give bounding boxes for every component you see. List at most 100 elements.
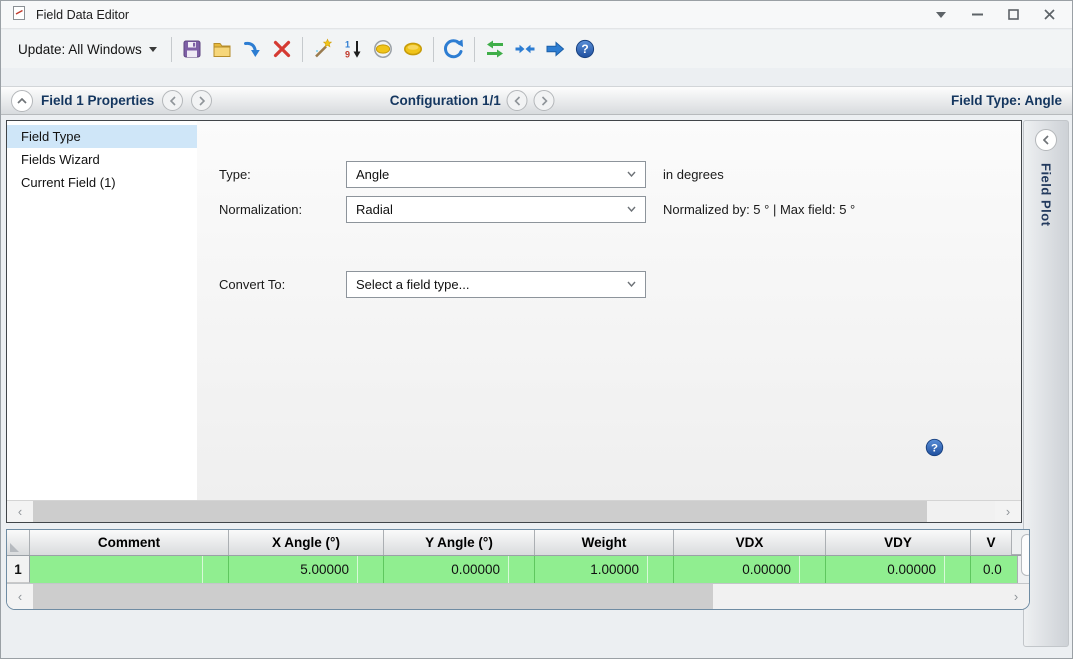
insert-icon[interactable] [237, 35, 267, 63]
type-select-value: Angle [356, 167, 389, 182]
cell-weight[interactable]: 1.00000 [535, 556, 674, 583]
save-icon[interactable] [177, 35, 207, 63]
toolbar-separator [474, 37, 475, 62]
title-bar: Field Data Editor [1, 1, 1072, 29]
cell-vdy[interactable]: 0.00000 [826, 556, 971, 583]
field-data-editor-window: Field Data Editor Update: All Windows [0, 0, 1073, 659]
window-controls [928, 4, 1062, 26]
field-next-icon[interactable] [191, 90, 212, 111]
undo-icon[interactable] [439, 35, 469, 63]
row-number-cell[interactable]: 1 [7, 556, 30, 583]
delete-icon[interactable] [267, 35, 297, 63]
cell-comment[interactable] [30, 556, 229, 583]
convert-to-select-value: Select a field type... [356, 277, 469, 292]
sort-fields-icon[interactable]: 19 [338, 35, 368, 63]
sidebar-item-field-type[interactable]: Field Type [7, 125, 197, 148]
update-button-label: Update: All Windows [18, 42, 142, 57]
column-header-vdx[interactable]: VDX [674, 530, 826, 555]
convert-row: Convert To: Select a field type... [219, 270, 646, 298]
grid-v-scrollbar[interactable] [1017, 556, 1030, 583]
column-header-x-angle[interactable]: X Angle (°) [229, 530, 384, 555]
window-title: Field Data Editor [36, 8, 129, 22]
app-icon [11, 5, 27, 24]
panel-h-scrollbar-thumb[interactable] [33, 501, 927, 522]
svg-text:?: ? [931, 443, 938, 455]
scroll-right-icon[interactable]: › [995, 501, 1021, 522]
properties-body: Field Type Fields Wizard Current Field (… [7, 121, 1021, 500]
chevron-down-icon [627, 206, 636, 212]
properties-left-group: Field 1 Properties [11, 90, 212, 112]
toolbar-separator [171, 37, 172, 62]
minimize-icon[interactable] [964, 4, 990, 26]
window-menu-caret-icon[interactable] [928, 4, 954, 26]
configuration-label: Configuration 1/1 [390, 93, 501, 108]
update-all-windows-button[interactable]: Update: All Windows [9, 38, 166, 61]
svg-text:9: 9 [345, 50, 350, 60]
collapse-properties-icon[interactable] [11, 90, 33, 112]
field-type-status: Field Type: Angle [951, 93, 1062, 108]
field-type-page: Type: Angle in degrees Normalization: Ra… [197, 121, 1021, 500]
maximize-icon[interactable] [1000, 4, 1026, 26]
panel-h-scrollbar[interactable]: ‹ › [7, 500, 1021, 522]
normalization-row: Normalization: Radial Normalized by: 5 °… [219, 195, 855, 223]
properties-bar: Field 1 Properties Configuration 1/1 Fie… [1, 86, 1072, 115]
column-header-weight[interactable]: Weight [535, 530, 674, 555]
expand-field-plot-icon[interactable] [1035, 129, 1057, 151]
column-header-y-angle[interactable]: Y Angle (°) [384, 530, 535, 555]
type-units-text: in degrees [663, 167, 724, 182]
normalization-info-text: Normalized by: 5 ° | Max field: 5 ° [663, 202, 855, 217]
grid-header-row: Comment X Angle (°) Y Angle (°) Weight V… [7, 530, 1029, 556]
chevron-down-icon [627, 281, 636, 287]
properties-panel: Field Type Fields Wizard Current Field (… [6, 120, 1022, 523]
close-icon[interactable] [1036, 4, 1062, 26]
scroll-left-icon[interactable]: ‹ [7, 584, 33, 609]
convert-to-label: Convert To: [219, 277, 346, 292]
properties-section-title: Field 1 Properties [41, 93, 154, 108]
type-label: Type: [219, 167, 346, 182]
config-prev-icon[interactable] [507, 90, 528, 111]
grid-select-all-corner[interactable] [7, 530, 30, 555]
sidebar-item-current-field[interactable]: Current Field (1) [7, 171, 197, 194]
grid-v-scrollbar-thumb[interactable] [1021, 534, 1031, 576]
column-header-comment[interactable]: Comment [30, 530, 229, 555]
swap-icon[interactable] [480, 35, 510, 63]
converge-arrows-icon[interactable] [510, 35, 540, 63]
grid-h-scrollbar-thumb[interactable] [33, 584, 713, 609]
sidebar-item-fields-wizard[interactable]: Fields Wizard [7, 148, 197, 171]
grid-h-scrollbar-track[interactable] [713, 584, 1003, 609]
corner-triangle-icon [10, 543, 19, 552]
grid-h-scrollbar[interactable]: ‹ › [7, 583, 1029, 609]
panel-h-scrollbar-track[interactable] [927, 501, 995, 522]
type-select[interactable]: Angle [346, 161, 646, 188]
vignetting-solid-icon[interactable] [398, 35, 428, 63]
vignetting-outline-icon[interactable] [368, 35, 398, 63]
type-row: Type: Angle in degrees [219, 160, 724, 188]
field-prev-icon[interactable] [162, 90, 183, 111]
chevron-down-icon [627, 171, 636, 177]
config-next-icon[interactable] [534, 90, 555, 111]
convert-to-select[interactable]: Select a field type... [346, 271, 646, 298]
svg-text:?: ? [581, 42, 588, 56]
normalization-select-value: Radial [356, 202, 393, 217]
tab-field-plot[interactable]: Field Plot [1039, 163, 1054, 227]
open-folder-icon[interactable] [207, 35, 237, 63]
column-header-vdy[interactable]: VDY [826, 530, 971, 555]
toolbar: Update: All Windows 19 [1, 30, 1072, 68]
forward-icon[interactable] [540, 35, 570, 63]
help-icon[interactable]: ? [924, 437, 945, 458]
wizard-icon[interactable] [308, 35, 338, 63]
cell-y-angle[interactable]: 0.00000 [384, 556, 535, 583]
scroll-left-icon[interactable]: ‹ [7, 501, 33, 522]
cell-x-angle[interactable]: 5.00000 [229, 556, 384, 583]
configuration-group: Configuration 1/1 [390, 90, 555, 111]
cell-vdx[interactable]: 0.00000 [674, 556, 826, 583]
toolbar-separator [302, 37, 303, 62]
scroll-right-icon[interactable]: › [1003, 584, 1029, 609]
caret-down-icon [149, 47, 157, 52]
toolbar-separator [433, 37, 434, 62]
help-icon[interactable]: ? [570, 35, 600, 63]
normalization-label: Normalization: [219, 202, 346, 217]
normalization-select[interactable]: Radial [346, 196, 646, 223]
column-header-cut[interactable]: V [971, 530, 1011, 555]
cell-cut[interactable]: 0.0 [971, 556, 1017, 583]
